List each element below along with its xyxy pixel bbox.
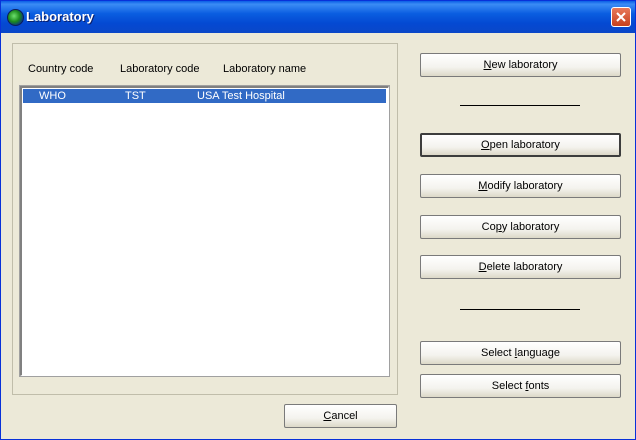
separator-2 [460, 309, 580, 310]
btn-text-post: odify laboratory [487, 180, 563, 192]
btn-text-post: y laboratory [501, 221, 560, 233]
btn-accel-key: O [481, 139, 490, 151]
btn-text-post: ancel [331, 410, 358, 422]
open-laboratory-button[interactable]: Open laboratory [420, 133, 621, 157]
globe-icon [7, 9, 24, 26]
btn-text-pre: Select [481, 347, 515, 359]
laboratory-listbox[interactable]: WHO TST USA Test Hospital [19, 85, 390, 377]
column-header-country-code: Country code [28, 63, 94, 75]
laboratory-window: Laboratory Country code Laboratory code … [0, 0, 636, 440]
btn-text-post: onts [528, 380, 550, 392]
select-fonts-button[interactable]: Select fonts [420, 374, 621, 398]
cell-laboratory-code: TST [125, 90, 146, 102]
window-title: Laboratory [26, 9, 94, 24]
close-button[interactable] [611, 7, 631, 27]
cell-country-code: WHO [39, 90, 66, 102]
close-icon [616, 12, 626, 22]
cancel-button[interactable]: Cancel [284, 404, 397, 428]
separator-1 [460, 105, 580, 106]
btn-text-post: anguage [517, 347, 560, 359]
copy-laboratory-button[interactable]: Copy laboratory [420, 215, 621, 239]
btn-text-pre: Co [481, 221, 496, 233]
btn-text-pre: Select [491, 380, 526, 392]
column-header-laboratory-name: Laboratory name [223, 63, 307, 75]
title-bar[interactable]: Laboratory [1, 1, 635, 33]
list-item-selected[interactable]: WHO TST USA Test Hospital [23, 89, 386, 103]
modify-laboratory-button[interactable]: Modify laboratory [420, 174, 621, 198]
btn-text-post: ew laboratory [491, 59, 558, 71]
btn-text-post: pen laboratory [489, 139, 560, 151]
column-header-laboratory-code: Laboratory code [120, 63, 200, 75]
btn-text-post: elete laboratory [486, 261, 563, 273]
new-laboratory-button[interactable]: New laboratory [420, 53, 621, 77]
btn-accel-key: D [478, 261, 487, 273]
client-area: Country code Laboratory code Laboratory … [2, 33, 634, 439]
select-language-button[interactable]: Select language [420, 341, 621, 365]
delete-laboratory-button[interactable]: Delete laboratory [420, 255, 621, 279]
cell-laboratory-name: USA Test Hospital [197, 90, 285, 102]
